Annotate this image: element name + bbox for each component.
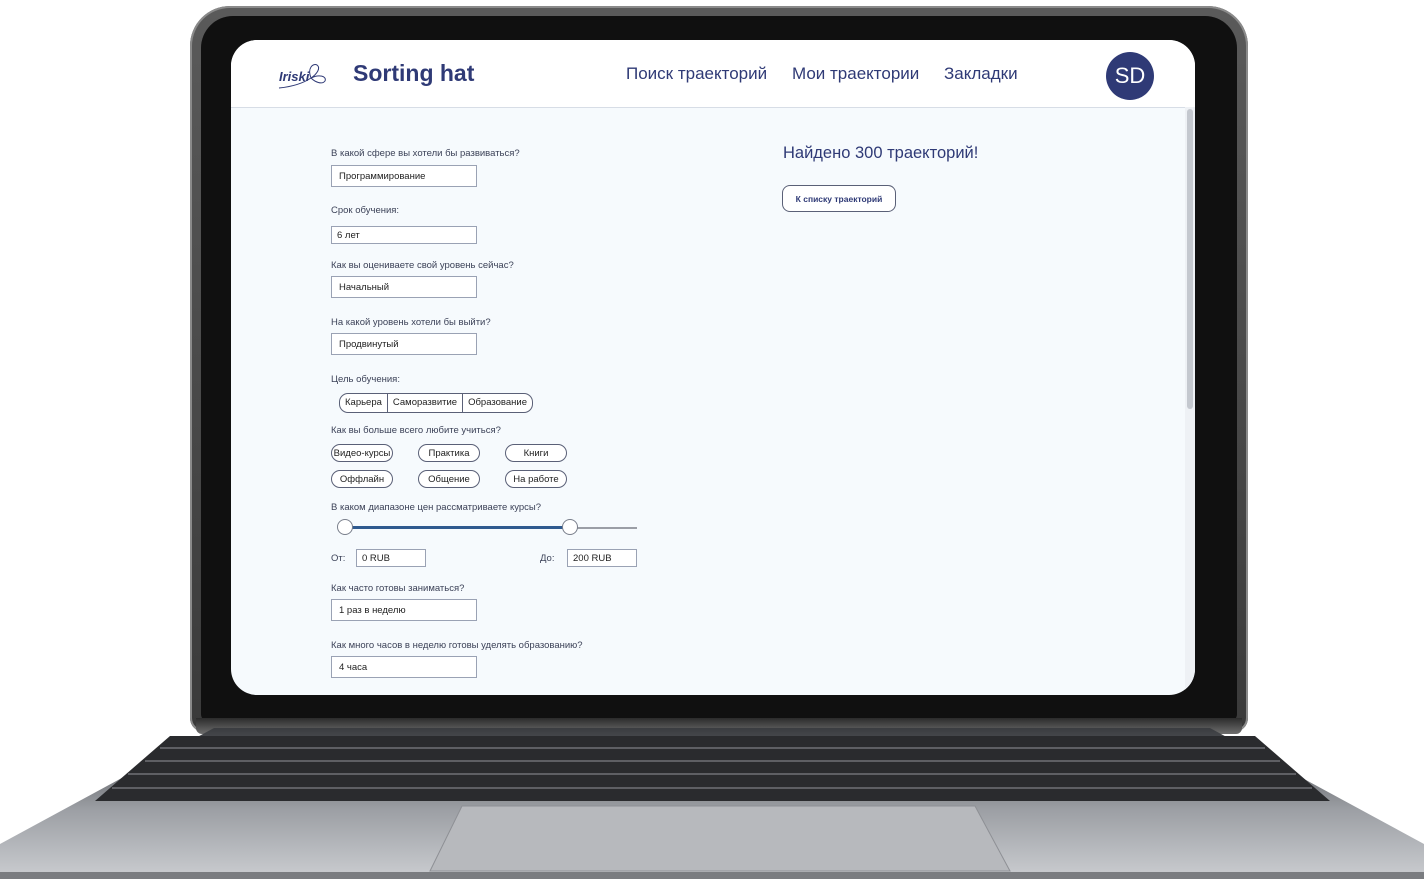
- top-navigation-bar: Iriski Sorting hat Поиск траекторий Мои …: [231, 40, 1195, 108]
- price-slider-fill: [345, 526, 570, 529]
- chip-at-work[interactable]: На работе: [505, 470, 567, 488]
- nav-my-trajectories[interactable]: Мои траектории: [792, 64, 919, 84]
- goal-segmented-control: Карьера Саморазвитие Образование: [339, 393, 533, 413]
- results-count-heading: Найдено 300 траекторий!: [783, 144, 979, 162]
- price-slider-min-handle[interactable]: [337, 519, 353, 535]
- app-title[interactable]: Sorting hat: [353, 60, 474, 87]
- nav-search-trajectories[interactable]: Поиск траекторий: [626, 64, 767, 84]
- chip-books[interactable]: Книги: [505, 444, 567, 462]
- hours-label: Как много часов в неделю готовы уделять …: [331, 640, 583, 651]
- chip-offline[interactable]: Оффлайн: [331, 470, 393, 488]
- current-level-label: Как вы оцениваете свой уровень сейчас?: [331, 260, 514, 271]
- chip-communication[interactable]: Общение: [418, 470, 480, 488]
- goal-option-self-development[interactable]: Саморазвитие: [388, 394, 464, 412]
- price-from-label: От:: [331, 553, 346, 564]
- price-from-field[interactable]: 0 RUB: [356, 549, 426, 567]
- price-slider-max-handle[interactable]: [561, 519, 578, 535]
- nav-bookmarks[interactable]: Закладки: [944, 64, 1018, 84]
- duration-field[interactable]: 6 лет: [331, 226, 477, 244]
- sphere-field[interactable]: Программирование: [331, 165, 477, 187]
- goal-label: Цель обучения:: [331, 374, 400, 385]
- learning-style-label: Как вы больше всего любите учиться?: [331, 425, 501, 436]
- target-level-field[interactable]: Продвинутый: [331, 333, 477, 355]
- chip-video-courses[interactable]: Видео-курсы: [331, 444, 393, 462]
- frequency-field[interactable]: 1 раз в неделю: [331, 599, 477, 621]
- hours-field[interactable]: 4 часа: [331, 656, 477, 678]
- user-avatar[interactable]: SD: [1106, 52, 1154, 100]
- app-screen: Iriski Sorting hat Поиск траекторий Мои …: [231, 40, 1195, 695]
- current-level-field[interactable]: Начальный: [331, 276, 477, 298]
- price-range-label: В каком диапазоне цен рассматриваете кур…: [331, 502, 542, 513]
- trajectory-list-button[interactable]: К списку траекторий: [782, 185, 896, 212]
- sphere-label: В какой сфере вы хотели бы развиваться?: [331, 148, 520, 159]
- price-to-label: До:: [540, 553, 555, 564]
- laptop-keyboard-base: [0, 726, 1424, 879]
- goal-option-career[interactable]: Карьера: [340, 394, 388, 412]
- chip-practice[interactable]: Практика: [418, 444, 480, 462]
- iriski-logo: Iriski: [277, 62, 335, 92]
- frequency-label: Как часто готовы заниматься?: [331, 583, 465, 594]
- duration-label: Срок обучения:: [331, 205, 400, 216]
- price-to-field[interactable]: 200 RUB: [567, 549, 637, 567]
- goal-option-education[interactable]: Образование: [463, 394, 532, 412]
- target-level-label: На какой уровень хотели бы выйти?: [331, 317, 491, 328]
- scrollbar-thumb[interactable]: [1187, 109, 1193, 409]
- page-scrollbar[interactable]: [1185, 107, 1195, 695]
